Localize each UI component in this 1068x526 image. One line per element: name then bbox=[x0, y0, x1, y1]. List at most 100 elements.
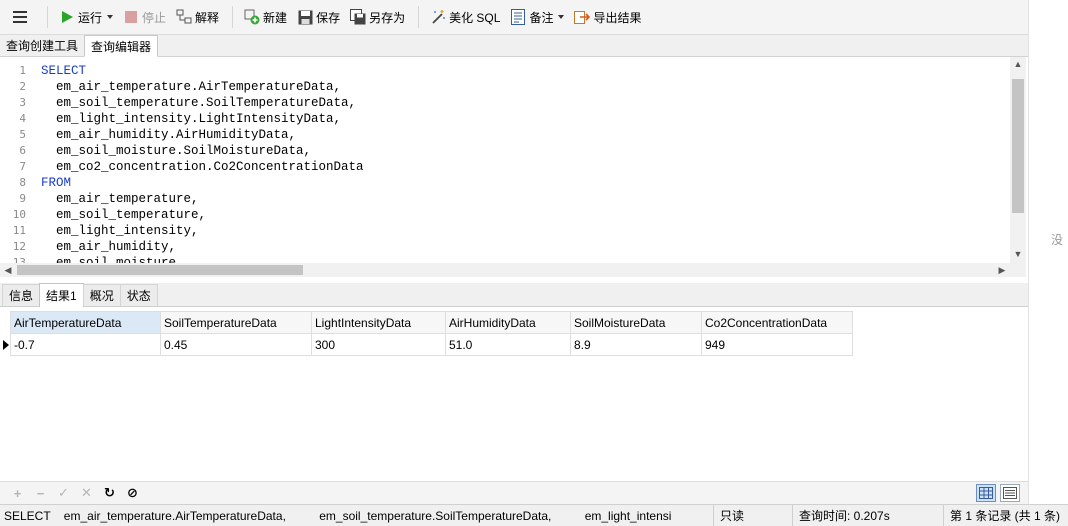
document-icon bbox=[510, 9, 526, 25]
table-cell[interactable]: 949 bbox=[701, 333, 853, 356]
comment-button[interactable]: 备注 bbox=[506, 4, 568, 30]
editor-vertical-scrollbar[interactable]: ▲ ▼ bbox=[1010, 57, 1026, 263]
sql-editor[interactable]: 1 2 3 4 5 6 7 8 9 10 11 12 13 SELECT em_air_temperat… bbox=[0, 57, 1028, 263]
table-cell[interactable]: -0.7 bbox=[10, 333, 161, 356]
toolbar: 运行 停止 解释 新建 保存 另存为 美化 SQL 备注 导出结果 bbox=[0, 0, 1028, 35]
column-header[interactable]: AirHumidityData bbox=[445, 311, 571, 334]
table-cell[interactable]: 0.45 bbox=[160, 333, 312, 356]
beautify-sql-button[interactable]: 美化 SQL bbox=[426, 4, 504, 30]
scroll-right-icon[interactable]: ▶ bbox=[994, 263, 1010, 277]
tab-status[interactable]: 状态 bbox=[119, 284, 158, 306]
code-line[interactable]: em_air_humidity.AirHumidityData, bbox=[41, 127, 364, 143]
apply-changes-button[interactable]: ✓ bbox=[52, 483, 75, 503]
code-line[interactable]: em_soil_temperature, bbox=[41, 207, 364, 223]
stop-label: 停止 bbox=[142, 10, 167, 25]
stop-query-button[interactable]: ⊘ bbox=[121, 483, 144, 503]
code-line[interactable]: FROM bbox=[41, 175, 364, 191]
line-number: 13 bbox=[12, 256, 26, 263]
code-line[interactable]: em_light_intensity, bbox=[41, 223, 364, 239]
tab-profile[interactable]: 概况 bbox=[82, 284, 121, 306]
code-line[interactable]: em_air_humidity, bbox=[41, 239, 364, 255]
table-cell[interactable]: 8.9 bbox=[570, 333, 702, 356]
result-tab-bar: 信息 结果1 概况 状态 bbox=[0, 283, 1028, 307]
scroll-thumb[interactable] bbox=[17, 265, 303, 275]
toolbar-divider bbox=[47, 6, 48, 28]
add-record-button[interactable]: + bbox=[6, 483, 29, 503]
comment-dropdown-icon[interactable] bbox=[558, 15, 565, 19]
toolbar-divider bbox=[232, 6, 234, 28]
line-number: 5 bbox=[19, 128, 26, 141]
play-icon bbox=[59, 9, 75, 25]
save-as-icon bbox=[350, 9, 366, 25]
table-row[interactable]: -0.7 0.45 300 51.0 8.9 949 bbox=[10, 333, 853, 356]
tab-query-builder[interactable]: 查询创建工具 bbox=[0, 35, 84, 56]
code-line[interactable]: em_light_intensity.LightIntensityData, bbox=[41, 111, 364, 127]
discard-changes-button[interactable]: ✕ bbox=[75, 483, 98, 503]
column-header[interactable]: AirTemperatureData bbox=[10, 311, 161, 334]
scroll-corner bbox=[1010, 263, 1026, 277]
scroll-down-icon[interactable]: ▼ bbox=[1010, 247, 1026, 261]
line-number: 8 bbox=[19, 176, 26, 189]
save-as-label: 另存为 bbox=[369, 10, 406, 25]
hamburger-icon bbox=[13, 11, 27, 23]
code-line[interactable]: em_air_temperature.AirTemperatureData, bbox=[41, 79, 364, 95]
line-number: 11 bbox=[12, 224, 26, 237]
navicat-query-window: 运行 停止 解释 新建 保存 另存为 美化 SQL 备注 导出结果 查询创建工具… bbox=[0, 0, 1068, 526]
code-line[interactable]: em_soil_temperature.SoilTemperatureData, bbox=[41, 95, 364, 111]
export-result-button[interactable]: 导出结果 bbox=[570, 4, 645, 30]
tab-result-1[interactable]: 结果1 bbox=[39, 283, 84, 307]
comment-label: 备注 bbox=[529, 10, 554, 25]
table-cell[interactable]: 51.0 bbox=[445, 333, 571, 356]
beautify-sql-label: 美化 SQL bbox=[449, 10, 501, 25]
toolbar-divider bbox=[418, 6, 420, 28]
status-sql-preview: SELECT em_air_temperature.AirTemperature… bbox=[4, 508, 672, 523]
new-label: 新建 bbox=[263, 10, 288, 25]
new-button[interactable]: 新建 bbox=[240, 4, 291, 30]
line-number: 12 bbox=[12, 240, 26, 253]
export-icon bbox=[574, 9, 591, 25]
column-header[interactable]: Co2ConcentrationData bbox=[701, 311, 853, 334]
menu-button[interactable] bbox=[0, 0, 40, 35]
stop-button[interactable]: 停止 bbox=[119, 4, 170, 30]
record-nav-bar: + − ✓ ✕ ↻ ⊘ bbox=[0, 481, 1028, 504]
current-row-icon bbox=[3, 340, 9, 350]
column-header[interactable]: SoilTemperatureData bbox=[160, 311, 312, 334]
form-view-button[interactable] bbox=[1000, 484, 1020, 502]
sql-code[interactable]: SELECT em_air_temperature.AirTemperature… bbox=[41, 63, 364, 263]
view-mode-switch bbox=[976, 484, 1020, 502]
explain-button[interactable]: 解释 bbox=[172, 4, 223, 30]
run-button[interactable]: 运行 bbox=[55, 4, 117, 30]
code-line[interactable]: em_air_temperature, bbox=[41, 191, 364, 207]
run-dropdown-icon[interactable] bbox=[107, 15, 114, 19]
run-label: 运行 bbox=[78, 10, 103, 25]
code-line[interactable]: em_soil_moisture.SoilMoistureData, bbox=[41, 143, 364, 159]
main-panel: 运行 停止 解释 新建 保存 另存为 美化 SQL 备注 导出结果 查询创建工具… bbox=[0, 0, 1028, 504]
side-panel-text: 没 bbox=[1051, 233, 1064, 247]
column-header[interactable]: SoilMoistureData bbox=[570, 311, 702, 334]
code-line[interactable]: em_co2_concentration.Co2ConcentrationDat… bbox=[41, 159, 364, 175]
result-grid[interactable]: AirTemperatureData SoilTemperatureData Lig… bbox=[0, 311, 1028, 481]
form-view-icon bbox=[1003, 487, 1017, 499]
scroll-left-icon[interactable]: ◀ bbox=[0, 263, 16, 277]
code-line[interactable]: em_soil_moisture, bbox=[41, 255, 364, 263]
editor-horizontal-scrollbar[interactable]: ◀ ▶ bbox=[0, 263, 1010, 277]
new-query-icon bbox=[244, 9, 260, 25]
save-button[interactable]: 保存 bbox=[293, 4, 344, 30]
delete-record-button[interactable]: − bbox=[29, 483, 52, 503]
line-number: 7 bbox=[19, 160, 26, 173]
save-as-button[interactable]: 另存为 bbox=[346, 4, 409, 30]
line-number-gutter: 1 2 3 4 5 6 7 8 9 10 11 12 13 bbox=[0, 63, 32, 263]
status-read-only: 只读 bbox=[713, 504, 792, 526]
line-number: 9 bbox=[19, 192, 26, 205]
line-number: 2 bbox=[19, 80, 26, 93]
tab-query-editor[interactable]: 查询编辑器 bbox=[84, 35, 159, 57]
scroll-thumb[interactable] bbox=[1012, 79, 1024, 213]
tab-message[interactable]: 信息 bbox=[2, 284, 41, 306]
refresh-button[interactable]: ↻ bbox=[98, 483, 121, 503]
code-line[interactable]: SELECT bbox=[41, 63, 364, 79]
column-header[interactable]: LightIntensityData bbox=[311, 311, 446, 334]
grid-view-button[interactable] bbox=[976, 484, 996, 502]
table-cell[interactable]: 300 bbox=[311, 333, 446, 356]
magic-wand-icon bbox=[430, 9, 446, 25]
scroll-up-icon[interactable]: ▲ bbox=[1010, 57, 1026, 71]
